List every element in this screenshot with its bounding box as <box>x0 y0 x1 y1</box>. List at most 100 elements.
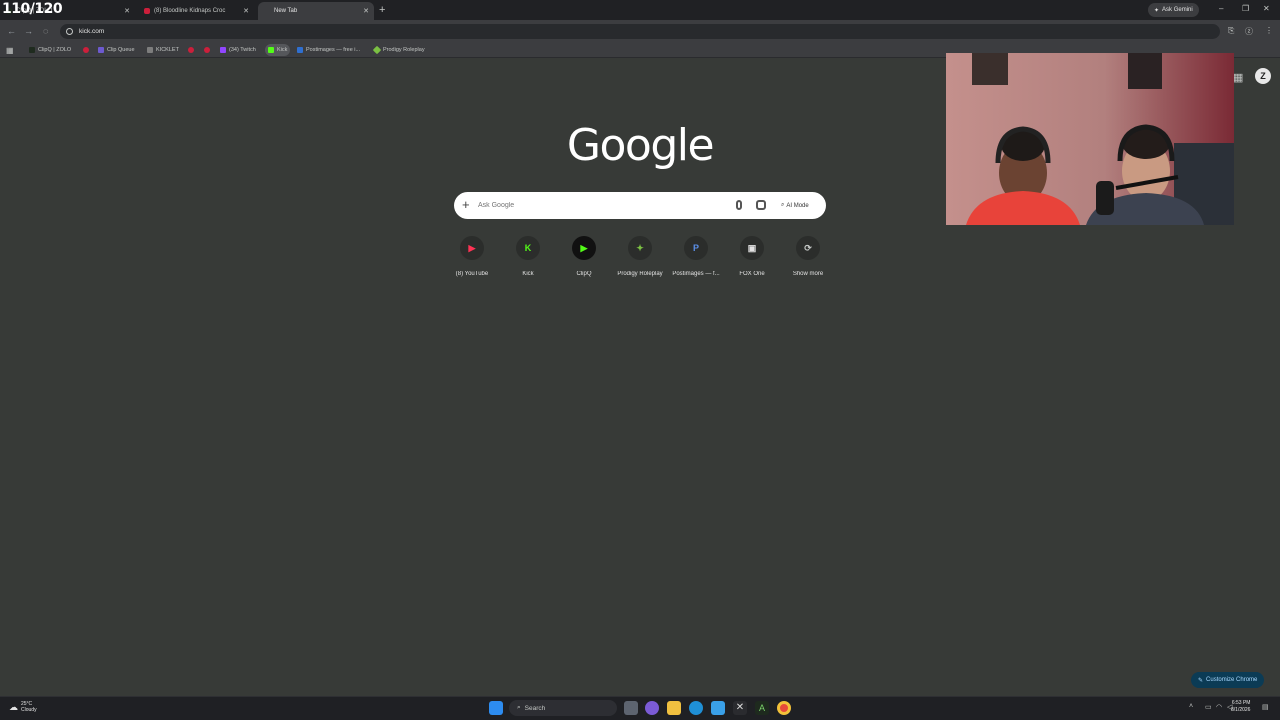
shortcut-kick[interactable]: K Kick <box>500 236 556 277</box>
wifi-icon[interactable]: ◠ <box>1216 703 1222 711</box>
pencil-icon: ✎ <box>1198 677 1204 684</box>
ai-mode-button[interactable]: ⌕ AI Mode <box>776 197 814 214</box>
taskbar-clock[interactable]: 6:53 PM 8/1/2026 <box>1231 700 1250 714</box>
apps-grid-icon[interactable]: ▦ <box>6 44 14 56</box>
profile-avatar[interactable]: Z <box>1255 68 1271 84</box>
chrome-icon[interactable] <box>777 701 791 715</box>
search-box[interactable]: + ⌕ AI Mode <box>454 192 826 219</box>
shortcut-label: Kick <box>522 271 534 277</box>
cloud-icon: ☁ <box>9 702 18 712</box>
shortcut-prodigy-roleplay[interactable]: ✦ Prodigy Roleplay <box>612 236 668 277</box>
loading-icon[interactable]: ◌ <box>43 26 48 36</box>
shortcut-label: ClipQ <box>576 271 592 277</box>
app-icon[interactable]: A <box>755 701 769 715</box>
video-counter-overlay: 110/120 <box>2 1 63 17</box>
tab-youtube[interactable]: (8) Bloodline Kidnaps Croc ✕ <box>138 2 254 20</box>
tab-label: New Tab <box>274 8 298 14</box>
capcut-icon[interactable]: ✕ <box>733 701 747 715</box>
clock-date: 8/1/2026 <box>1231 707 1251 713</box>
clip-queue-bookmark-icon <box>98 47 104 53</box>
bookmark-kick[interactable]: Kick <box>265 44 291 56</box>
restore-icon[interactable]: ❐ <box>1242 4 1249 13</box>
shortcut-clipq[interactable]: ▶ ClipQ <box>556 236 612 277</box>
file-explorer-icon[interactable] <box>667 701 681 715</box>
ai-mode-icon: ⌕ <box>781 202 785 208</box>
twitch-bookmark-icon <box>220 47 226 53</box>
bookmark-twitch[interactable]: (34) Twitch <box>220 44 256 56</box>
search-icon: ⌕ <box>517 704 521 711</box>
task-view-icon[interactable] <box>624 701 638 715</box>
postimages-icon: P <box>684 236 708 260</box>
taskbar-search-label: Search <box>524 704 546 712</box>
new-tab-plus-icon[interactable]: + <box>379 4 385 16</box>
bookmark-label: (34) Twitch <box>229 47 256 53</box>
show-more-icon: ⟳ <box>796 236 820 260</box>
bookmark-prodigy[interactable]: Prodigy Roleplay <box>372 44 425 56</box>
notification-icon[interactable]: ▤ <box>1262 703 1269 711</box>
taskbar-search[interactable]: ⌕ Search <box>509 700 617 716</box>
menu-kebab-icon[interactable]: ⋮ <box>1265 26 1273 35</box>
prodigy-bookmark-icon <box>372 45 382 55</box>
address-bar[interactable]: kick.com <box>60 24 1220 39</box>
kicklet-bookmark-icon <box>147 47 153 53</box>
bookmark-kicklet[interactable]: KICKLET <box>147 44 179 56</box>
ask-gemini-button[interactable]: ✦ Ask Gemini <box>1148 3 1199 17</box>
youtube-bookmark-icon <box>188 47 194 53</box>
add-plus-icon[interactable]: + <box>462 197 470 212</box>
shortcut-label: Show more <box>792 271 824 277</box>
copilot-icon[interactable] <box>645 701 659 715</box>
youtube-icon: ▶ <box>460 236 484 260</box>
shortcut-label: Postimages — f... <box>672 271 720 277</box>
close-tab-icon[interactable]: ✕ <box>124 7 130 15</box>
back-icon[interactable]: ← <box>7 26 16 36</box>
kick-bookmark-icon <box>268 47 274 53</box>
shortcut-fox-one[interactable]: ▣ FOX One <box>724 236 780 277</box>
google-apps-icon[interactable]: ▦ <box>1233 71 1243 84</box>
bookmark-youtube[interactable] <box>83 44 89 56</box>
shortcut-show-more[interactable]: ⟳ Show more <box>780 236 836 277</box>
windows-start-icon[interactable] <box>489 701 503 715</box>
postimages-bookmark-icon <box>297 47 303 53</box>
tray-chevron-icon[interactable]: ˄ <box>1189 703 1193 710</box>
search-input[interactable] <box>478 198 718 213</box>
clipq-icon: ▶ <box>572 236 596 260</box>
shortcut-postimages[interactable]: P Postimages — f... <box>668 236 724 277</box>
tab-new-tab[interactable]: New Tab ✕ <box>258 2 374 20</box>
microphone-icon[interactable] <box>736 200 742 210</box>
edge-icon[interactable] <box>689 701 703 715</box>
taskbar <box>0 696 1280 720</box>
shortcut-label: Prodigy Roleplay <box>617 271 663 277</box>
shortcut-label: FOX One <box>739 271 765 277</box>
shortcut-youtube[interactable]: ▶ (8) YouTube <box>444 236 500 277</box>
bookmark-youtube-2[interactable] <box>188 44 194 56</box>
bookmark-postimages[interactable]: Postimages — free i... <box>297 44 360 56</box>
cast-icon[interactable]: ⎘ <box>1228 26 1234 36</box>
bookmark-clipq[interactable]: ClipQ | ZOLO <box>29 44 71 56</box>
youtube-bookmark-icon <box>83 47 89 53</box>
webcam-overlay <box>946 53 1234 225</box>
customize-chrome-button[interactable]: ✎ Customize Chrome <box>1191 672 1265 688</box>
display-icon[interactable]: ▭ <box>1205 703 1212 711</box>
gemini-icon: ✦ <box>1154 7 1160 14</box>
shortcut-label: (8) YouTube <box>455 271 489 277</box>
prodigy-icon: ✦ <box>628 236 652 260</box>
clock-time: 6:53 PM <box>1231 700 1251 706</box>
youtube-bookmark-icon <box>204 47 210 53</box>
window-close-icon[interactable]: ✕ <box>1263 4 1270 13</box>
extension-icon[interactable]: ⓩ <box>1245 26 1253 37</box>
bookmark-youtube-3[interactable] <box>204 44 210 56</box>
forward-icon[interactable]: → <box>24 26 33 36</box>
weather-widget[interactable]: ☁ 25°C Cloudy <box>9 701 37 713</box>
close-tab-icon[interactable]: ✕ <box>363 7 369 15</box>
site-info-icon[interactable] <box>66 28 73 35</box>
bookmark-label: Kick <box>277 47 288 53</box>
minimize-icon[interactable]: – <box>1219 4 1223 13</box>
google-lens-icon[interactable] <box>756 200 766 210</box>
bookmark-clip-queue[interactable]: Clip Queue <box>98 44 135 56</box>
webcam-image <box>946 53 1234 225</box>
store-icon[interactable] <box>711 701 725 715</box>
bookmark-label: Prodigy Roleplay <box>383 47 425 53</box>
close-tab-icon[interactable]: ✕ <box>243 7 249 15</box>
address-text: kick.com <box>79 28 105 35</box>
bookmark-label: ClipQ | ZOLO <box>38 47 72 53</box>
